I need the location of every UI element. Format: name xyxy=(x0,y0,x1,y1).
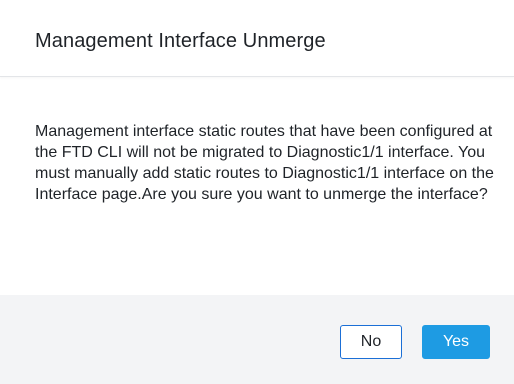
dialog-body: Management interface static routes that … xyxy=(0,77,514,295)
yes-button[interactable]: Yes xyxy=(422,325,490,359)
dialog-footer: No Yes xyxy=(0,295,514,384)
dialog-header: Management Interface Unmerge xyxy=(0,0,514,77)
dialog-title: Management Interface Unmerge xyxy=(35,30,326,52)
unmerge-dialog: Management Interface Unmerge Management … xyxy=(0,0,514,384)
dialog-message: Management interface static routes that … xyxy=(35,123,494,203)
no-button[interactable]: No xyxy=(340,325,402,359)
